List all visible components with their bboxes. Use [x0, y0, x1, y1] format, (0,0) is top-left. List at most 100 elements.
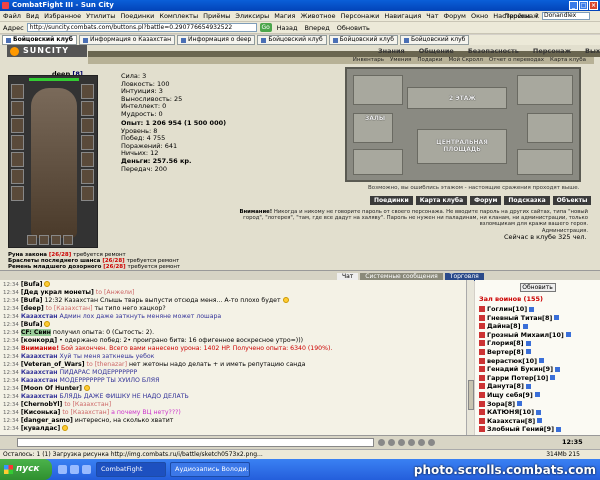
- task-combatfight[interactable]: CombatFight: [96, 462, 166, 477]
- message-author[interactable]: [ChernobYl]: [21, 401, 63, 408]
- armor-slot[interactable]: [11, 135, 24, 150]
- menu-chat[interactable]: Чат: [426, 12, 438, 20]
- refresh-button[interactable]: Обновить: [335, 24, 372, 32]
- message-author[interactable]: [конкорд]: [21, 337, 57, 344]
- tab-info-deep[interactable]: Информация о deep: [177, 35, 256, 45]
- maximize-button[interactable]: □: [579, 1, 588, 10]
- club-map[interactable]: 2 ЭТАЖ ЗАЛЫ ЦЕНТРАЛЬНАЯ ПЛОЩАДЬ: [345, 67, 581, 182]
- player-name[interactable]: Грозный Михаил[10]: [487, 331, 564, 339]
- nav-social[interactable]: Общение: [419, 47, 454, 55]
- chat-message[interactable]: 12:34 Внимание! Бой закончен. Всего вами…: [3, 345, 463, 353]
- message-author[interactable]: Казахстан: [21, 313, 58, 320]
- tab-club-4[interactable]: Бойцовский клуб: [400, 35, 470, 45]
- map-room[interactable]: [517, 149, 573, 175]
- player-name[interactable]: Генадий Букин[9]: [487, 365, 553, 373]
- info-icon[interactable]: [554, 315, 560, 321]
- player-item[interactable]: Гневный Титан[8]: [479, 314, 596, 323]
- player-item[interactable]: Грозный Михаил[10]: [479, 331, 596, 340]
- info-icon[interactable]: [536, 409, 542, 415]
- url-input[interactable]: http://suncity.combats.com/buttons.pl?ba…: [26, 23, 257, 32]
- message-author[interactable]: [Veteran_of_Wars]: [21, 361, 85, 368]
- smile-icon[interactable]: [398, 439, 405, 446]
- info-icon[interactable]: [539, 358, 545, 364]
- chat-message[interactable]: 12:34 [Bufa]: [3, 321, 463, 329]
- message-recipient[interactable]: to [thenazar]: [87, 361, 127, 368]
- player-name[interactable]: КАТЮНЯ[10]: [487, 408, 534, 416]
- map-room[interactable]: [353, 149, 403, 175]
- update-button[interactable]: Обновить: [519, 283, 556, 292]
- player-item[interactable]: Глория[8]: [479, 339, 596, 348]
- player-name[interactable]: Дайна[8]: [487, 322, 521, 330]
- tab-club-1[interactable]: Бойцовский клуб: [2, 35, 77, 45]
- player-name[interactable]: Гарри Потер[10]: [487, 374, 548, 382]
- player-item[interactable]: Данута[8]: [479, 382, 596, 391]
- info-icon[interactable]: [525, 349, 531, 355]
- item-slot[interactable]: [51, 235, 61, 245]
- amulet-slot[interactable]: [11, 101, 24, 116]
- info-icon[interactable]: [529, 306, 535, 312]
- weapon-slot[interactable]: [11, 118, 24, 133]
- chat-message[interactable]: 12:34 [конкорд] • одержано побед: 2• про…: [3, 337, 463, 345]
- info-icon[interactable]: [522, 323, 528, 329]
- menu-favorites[interactable]: Избранное: [44, 12, 81, 20]
- info-icon[interactable]: [525, 383, 531, 389]
- message-author[interactable]: CF: Свин: [20, 329, 51, 336]
- hint-button[interactable]: Подсказка: [504, 196, 550, 205]
- info-icon[interactable]: [555, 366, 561, 372]
- forum-button[interactable]: Форум: [470, 196, 502, 205]
- message-author[interactable]: Казахстан: [21, 377, 58, 384]
- chat-message[interactable]: 12:34 Казахстан Хуй ты меня заткнешь уеб…: [3, 353, 463, 361]
- persona-select[interactable]: Donandlex: [542, 12, 590, 20]
- chat-scrollbar[interactable]: [466, 280, 474, 435]
- quicklaunch-icon[interactable]: [70, 465, 79, 474]
- message-author[interactable]: [danger_asmo]: [21, 417, 73, 424]
- player-name[interactable]: Гоглин[10]: [487, 305, 527, 313]
- menu-animal[interactable]: Животное: [300, 12, 335, 20]
- subnav-club-map[interactable]: Карта клуба: [550, 57, 586, 64]
- player-name[interactable]: Ищу себя[9]: [487, 391, 533, 399]
- objects-button[interactable]: Объекты: [552, 196, 592, 205]
- player-name[interactable]: Вертер[8]: [487, 348, 524, 356]
- menu-forum[interactable]: Форум: [444, 12, 466, 20]
- chat-message[interactable]: 12:34 [Кисонька] to [Казахстан] а почему…: [3, 409, 463, 417]
- chat-message[interactable]: 12:34 Казахстан МОДЕРРРРРРР ТЫ ХУЙЛО БЛЯ…: [3, 377, 463, 385]
- player-item[interactable]: Дайна[8]: [479, 322, 596, 331]
- message-author[interactable]: [deep]: [21, 305, 44, 312]
- chat-message[interactable]: 12:34 [ChernobYl] to [Казахстан]: [3, 401, 463, 409]
- map-room[interactable]: [527, 113, 573, 143]
- bracer-slot[interactable]: [11, 169, 24, 184]
- message-author[interactable]: [Дед украл монеты]: [21, 289, 94, 296]
- back-button[interactable]: Назад: [275, 24, 300, 32]
- chat-message[interactable]: 12:34 Казахстан Админ лох даже заткнуть …: [3, 313, 463, 321]
- helmet-slot[interactable]: [11, 84, 24, 99]
- player-item[interactable]: КАТЮНЯ[10]: [479, 408, 596, 417]
- forward-button[interactable]: Вперед: [302, 24, 331, 32]
- chat-message[interactable]: 12:34 [Moon Of Hunter]: [3, 385, 463, 393]
- player-item[interactable]: Казахстан[8]: [479, 417, 596, 426]
- nav-security[interactable]: Безопасность: [468, 47, 519, 55]
- message-recipient[interactable]: to [Анжели]: [96, 289, 135, 296]
- chat-message[interactable]: 12:34 [Bufa]: [3, 281, 463, 289]
- player-name[interactable]: Гневный Титан[8]: [487, 314, 552, 322]
- subnav-skills[interactable]: Умения: [390, 57, 411, 64]
- chat-message[interactable]: 12:34 [deep] to [Казахстан] ты типо него…: [3, 305, 463, 313]
- message-author[interactable]: [кувалдас]: [21, 425, 60, 432]
- settings-icon[interactable]: [428, 439, 435, 446]
- info-icon[interactable]: [534, 392, 540, 398]
- player-item[interactable]: Генадий Букин[9]: [479, 365, 596, 374]
- message-author[interactable]: [Кисонька]: [21, 409, 61, 416]
- start-button[interactable]: пуск: [0, 459, 52, 480]
- send-icon[interactable]: [378, 439, 385, 446]
- character-avatar[interactable]: [8, 75, 98, 248]
- chat-message[interactable]: 12:34 [кувалдас]: [3, 425, 463, 433]
- close-button[interactable]: ×: [589, 1, 598, 10]
- quicklaunch-icon[interactable]: [82, 465, 91, 474]
- quicklaunch-icon[interactable]: [58, 465, 67, 474]
- player-name[interactable]: Данута[8]: [487, 382, 524, 390]
- message-author[interactable]: Внимание!: [21, 345, 59, 352]
- player-item[interactable]: Вертер[8]: [479, 348, 596, 357]
- info-icon[interactable]: [565, 332, 571, 338]
- info-icon[interactable]: [517, 401, 523, 407]
- menu-characters[interactable]: Персонажи: [340, 12, 379, 20]
- task-audio[interactable]: Аудиозапись Володи...: [170, 462, 250, 477]
